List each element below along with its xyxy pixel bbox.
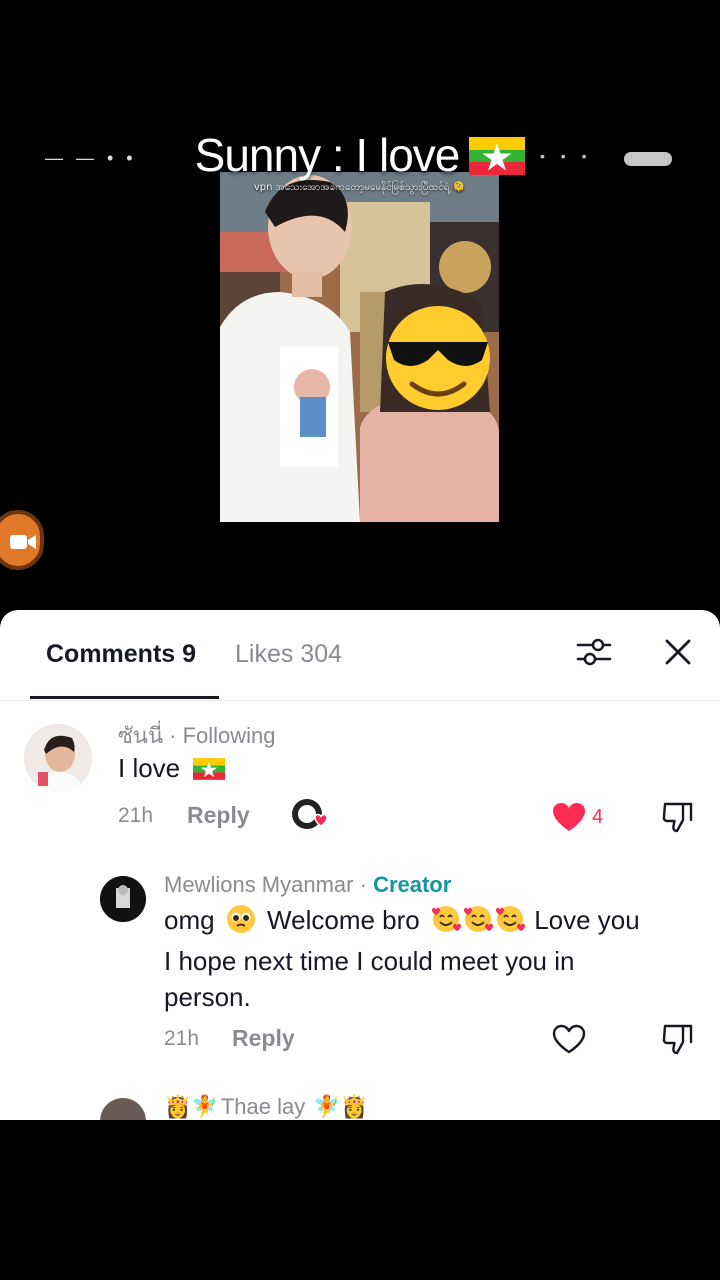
fairy-icon: 🧚	[313, 1094, 341, 1119]
heart-outline-icon[interactable]	[552, 1024, 586, 1054]
comment-username[interactable]: Thae lay	[221, 1094, 305, 1119]
reply-button[interactable]: Reply	[232, 1025, 295, 1052]
comments-sheet: Comments 9 Likes 304 ซันนี่ · Following	[0, 610, 720, 1120]
separator: ·	[163, 723, 183, 748]
comment-text-d: I hope next time I could meet you in	[164, 946, 575, 976]
sheet-tabs: Comments 9 Likes 304	[0, 610, 720, 701]
myanmar-flag-icon	[193, 753, 226, 789]
avatar[interactable]	[100, 1098, 146, 1120]
comment-username-line: ซันนี่ · Following	[118, 718, 276, 753]
comment-time: 21h	[164, 1027, 200, 1050]
tab-likes[interactable]: Likes 304	[235, 640, 342, 669]
video-call-button[interactable]	[0, 510, 44, 570]
filter-icon[interactable]	[576, 636, 612, 668]
comment-username-line: Mewlions Myanmar · Creator	[164, 872, 451, 898]
comment-username[interactable]: ซันนี่	[118, 723, 163, 748]
avatar[interactable]	[100, 876, 146, 922]
comment-text-b: Welcome bro	[267, 905, 420, 935]
tab-comments[interactable]: Comments 9	[46, 640, 196, 669]
close-icon[interactable]	[664, 638, 692, 666]
pleading-face-icon	[226, 904, 256, 943]
active-tab-indicator	[30, 696, 219, 699]
crown-icon: 👸	[340, 1094, 369, 1119]
heart-filled-icon[interactable]	[552, 802, 586, 832]
following-label: Following	[182, 723, 276, 748]
avatar[interactable]	[24, 724, 92, 792]
comment-text-line: I love	[118, 750, 226, 789]
video-photo[interactable]: vpn အသေးအောအခကတော့မမေနိုင်မြစ်သွားပြီထင်…	[220, 172, 499, 522]
video-title: Sunny : I love	[194, 129, 461, 181]
video-title-line: Sunny : I love	[0, 128, 720, 186]
comment-item: ซันนี่ · Following I love 21h Reply 4	[0, 710, 720, 860]
dislike-icon[interactable]	[661, 1022, 695, 1056]
smiling-hearts-icon	[431, 904, 527, 943]
like-count: 4	[592, 806, 604, 828]
comment-username[interactable]: Mewlions Myanmar	[164, 872, 354, 897]
comment-text: I love	[118, 753, 181, 783]
fairy-icon: 🧚	[191, 1094, 219, 1119]
comment-text-e: person.	[164, 982, 251, 1012]
camera-icon	[10, 535, 36, 549]
dislike-icon[interactable]	[661, 800, 695, 834]
reply-button[interactable]: Reply	[187, 802, 250, 829]
creator-liked-badge	[291, 798, 329, 832]
comment-time: 21h	[118, 804, 154, 827]
comment-username-line: 👸🧚Thae lay 🧚👸	[164, 1094, 368, 1120]
separator: ·	[353, 872, 374, 897]
comment-text-c: Love you	[534, 905, 640, 935]
photo-scene	[220, 172, 499, 522]
comment-text-block: omg Welcome bro Love you I hope next tim…	[164, 902, 704, 1015]
comment-text-line: omg Welcome bro Love you	[164, 902, 704, 943]
comment-text-a: omg	[164, 905, 215, 935]
creator-label: Creator	[373, 872, 452, 897]
reply-comment-item: Mewlions Myanmar · Creator omg Welcome b…	[0, 870, 720, 1070]
myanmar-flag-icon	[469, 132, 526, 186]
crown-icon: 👸	[164, 1094, 192, 1119]
reply-comment-item: 👸🧚Thae lay 🧚👸	[0, 1090, 720, 1120]
